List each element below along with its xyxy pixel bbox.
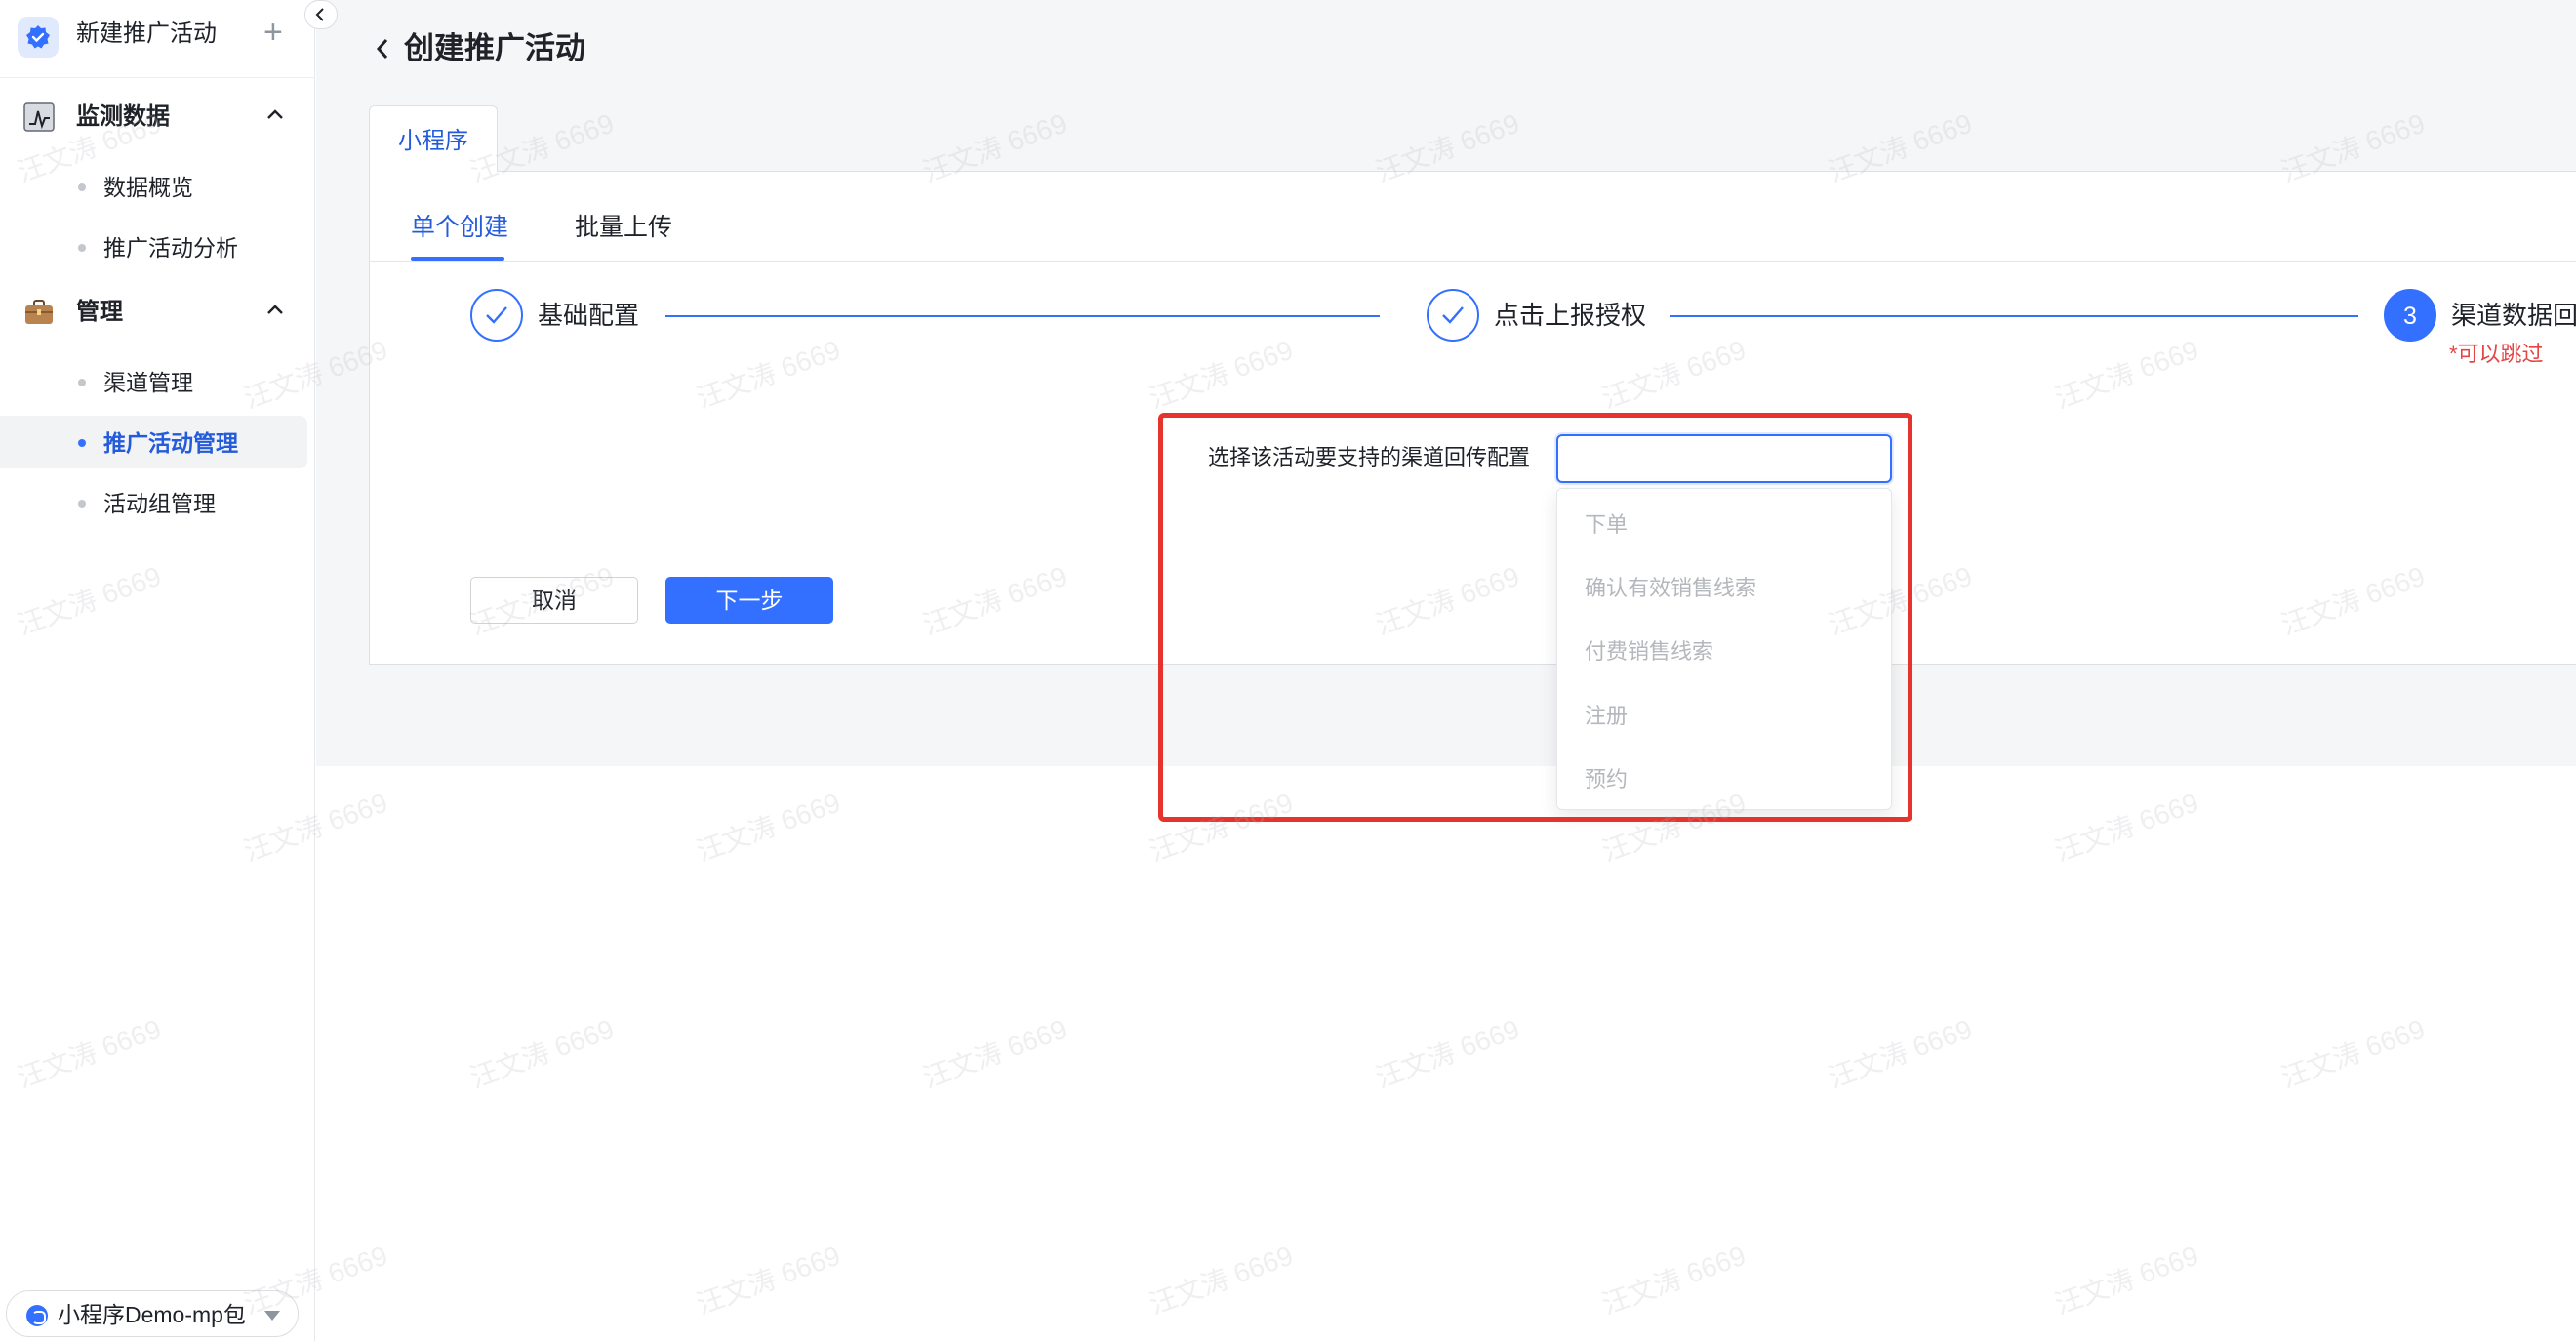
step-3-indicator: 3 — [2384, 289, 2436, 342]
sidebar-item-label: 活动组管理 — [103, 491, 216, 516]
chart-icon — [23, 102, 55, 132]
cancel-button[interactable]: 取消 — [470, 577, 638, 624]
sidebar-item-label: 推广活动管理 — [103, 430, 238, 456]
sidebar-item-activity-group-management[interactable]: 活动组管理 — [0, 476, 307, 529]
sidebar-item-campaign-management[interactable]: 推广活动管理 — [0, 416, 307, 468]
sidebar-item-label: 数据概览 — [103, 175, 193, 200]
sidebar-item-label: 渠道管理 — [103, 370, 193, 395]
step-1-label: 基础配置 — [538, 301, 640, 330]
sidebar: 新建推广活动 + 监测数据 数据概览 推广活动分析 管理 渠道管理 推广活动管理… — [0, 0, 338, 1341]
tab-mini-program[interactable]: 小程序 — [369, 105, 498, 172]
step-connector — [1670, 315, 2358, 317]
sidebar-item-channel-management[interactable]: 渠道管理 — [0, 355, 307, 408]
chevron-up-icon — [267, 305, 283, 314]
add-icon[interactable]: + — [263, 14, 283, 51]
app-switcher[interactable]: 小程序Demo-mp包 — [6, 1290, 299, 1337]
page-header: 创建推广活动 — [316, 0, 2576, 105]
sidebar-item-campaign-analysis[interactable]: 推广活动分析 — [0, 221, 307, 273]
app-logo-icon — [18, 17, 59, 58]
sidebar-group-monitoring[interactable]: 监测数据 — [0, 90, 315, 144]
bullet-icon — [78, 500, 86, 508]
annotation-highlight-box — [1158, 413, 1912, 822]
briefcase-icon — [25, 300, 53, 324]
sub-tab-bar: 单个创建 批量上传 — [370, 172, 2576, 262]
step-3-skip-note: *可以跳过 — [2449, 342, 2544, 366]
step-2-label: 点击上报授权 — [1494, 301, 1647, 330]
step-3-label: 渠道数据回 — [2451, 301, 2576, 330]
sidebar-group-label: 监测数据 — [76, 103, 170, 130]
sidebar-group-management[interactable]: 管理 — [0, 285, 315, 340]
app-title: 新建推广活动 — [76, 20, 217, 47]
chevron-up-icon — [267, 109, 283, 119]
tab-batch-upload[interactable]: 批量上传 — [575, 211, 672, 244]
tab-single-create[interactable]: 单个创建 — [411, 211, 508, 244]
active-tab-indicator — [411, 257, 504, 261]
sidebar-group-label: 管理 — [76, 299, 123, 325]
collapse-sidebar-button[interactable] — [304, 0, 338, 29]
mini-program-icon — [26, 1305, 48, 1326]
bullet-icon — [78, 244, 86, 252]
bullet-icon — [78, 439, 86, 447]
step-1-check-icon — [470, 289, 523, 342]
caret-down-icon — [264, 1311, 280, 1321]
step-3-number: 3 — [2403, 303, 2417, 330]
app-switcher-label: 小程序Demo-mp包 — [58, 1302, 246, 1327]
next-step-button[interactable]: 下一步 — [665, 577, 833, 624]
sidebar-item-label: 推广活动分析 — [103, 235, 238, 261]
back-arrow-icon[interactable] — [375, 37, 390, 61]
sidebar-item-data-overview[interactable]: 数据概览 — [0, 160, 307, 213]
tab-label: 小程序 — [398, 128, 468, 154]
bullet-icon — [78, 379, 86, 386]
step-2-check-icon — [1427, 289, 1479, 342]
bullet-icon — [78, 183, 86, 191]
page-title: 创建推广活动 — [404, 31, 585, 65]
sidebar-header: 新建推广活动 + — [0, 0, 315, 78]
step-connector — [665, 315, 1380, 317]
